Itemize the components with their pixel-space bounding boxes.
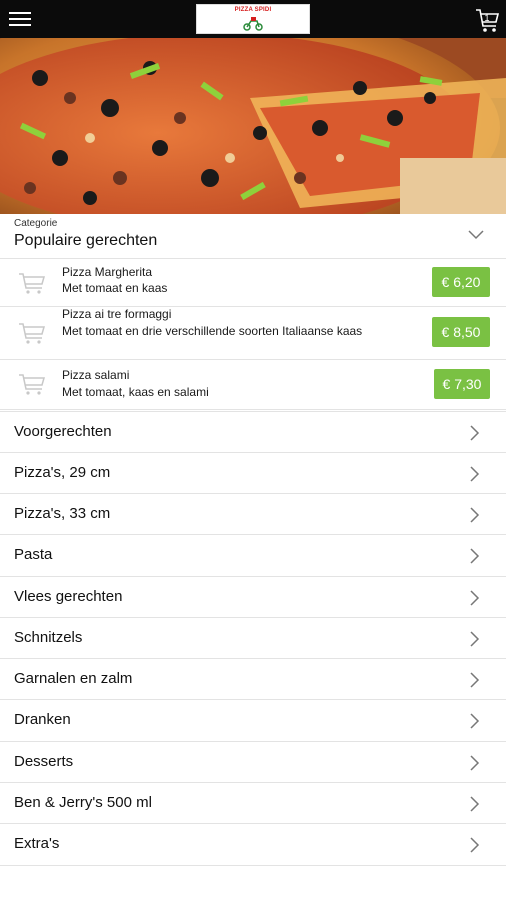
category-row-label: Pasta (14, 546, 53, 563)
category-row-label: Dranken (14, 711, 71, 728)
chevron-right-icon (470, 425, 480, 441)
add-to-cart-icon[interactable] (18, 271, 46, 295)
list-divider (0, 865, 506, 866)
scooter-logo-icon (243, 17, 263, 31)
top-bar: PIZZA SPIDI 1 (0, 0, 506, 38)
dish-name: Pizza Margherita (62, 265, 153, 279)
category-row-label: Ben & Jerry's 500 ml (14, 794, 152, 811)
category-selected-value: Populaire gerechten (14, 232, 158, 249)
price-button[interactable]: € 7,30 (434, 369, 490, 399)
dish-description: Met tomaat, kaas en salami (62, 385, 209, 399)
category-row-label: Extra's (14, 835, 60, 852)
dish-item-salami[interactable]: Pizza salami Met tomaat, kaas en salami … (0, 360, 506, 410)
category-row-label: Voorgerechten (14, 423, 112, 440)
category-row-label: Pizza's, 33 cm (14, 505, 111, 522)
category-row-vlees-gerechten[interactable]: Vlees gerechten (0, 576, 506, 617)
category-row-label: Schnitzels (14, 629, 83, 646)
category-row-dranken[interactable]: Dranken (0, 699, 506, 740)
chevron-right-icon (470, 713, 480, 729)
category-row-voorgerechten[interactable]: Voorgerechten (0, 411, 506, 452)
pizza-illustration (0, 38, 506, 214)
category-row-label: Pizza's, 29 cm (14, 464, 111, 481)
add-to-cart-icon[interactable] (18, 372, 46, 396)
chevron-right-icon (470, 548, 480, 564)
chevron-right-icon (470, 796, 480, 812)
category-row-schnitzels[interactable]: Schnitzels (0, 617, 506, 658)
chevron-right-icon (470, 672, 480, 688)
chevron-down-icon (468, 230, 484, 240)
category-row-pizzas-29[interactable]: Pizza's, 29 cm (0, 452, 506, 493)
category-row-label: Desserts (14, 753, 74, 770)
dish-name: Pizza ai tre formaggi (62, 307, 172, 321)
chevron-right-icon (470, 507, 480, 523)
chevron-right-icon (470, 466, 480, 482)
chevron-right-icon (470, 631, 480, 647)
category-dropdown[interactable]: Categorie Populaire gerechten (0, 214, 506, 258)
category-row-pasta[interactable]: Pasta (0, 534, 506, 575)
chevron-right-icon (470, 755, 480, 771)
category-label: Categorie (14, 218, 58, 229)
hamburger-menu-icon[interactable] (8, 9, 32, 29)
category-row-label: Garnalen en zalm (14, 670, 133, 687)
category-row-extras[interactable]: Extra's (0, 823, 506, 864)
add-to-cart-icon[interactable] (18, 321, 46, 345)
dish-description: Met tomaat en drie verschillende soorten… (62, 324, 363, 338)
hero-pizza-image (0, 38, 506, 214)
category-row-garnalen-zalm[interactable]: Garnalen en zalm (0, 658, 506, 699)
dish-description: Met tomaat en kaas (62, 281, 168, 295)
chevron-right-icon (470, 837, 480, 853)
logo-text: PIZZA SPIDI (234, 7, 272, 13)
category-row-ben-jerrys[interactable]: Ben & Jerry's 500 ml (0, 782, 506, 823)
dish-name: Pizza salami (62, 368, 130, 382)
brand-logo[interactable]: PIZZA SPIDI (196, 4, 310, 34)
dish-item-tre-formaggi[interactable]: Pizza ai tre formaggi Met tomaat en drie… (0, 307, 506, 360)
price-button[interactable]: € 6,20 (432, 267, 490, 297)
category-row-desserts[interactable]: Desserts (0, 741, 506, 782)
cart-count-badge: 1 (484, 13, 490, 23)
category-row-pizzas-33[interactable]: Pizza's, 33 cm (0, 493, 506, 534)
dish-item-margherita[interactable]: Pizza Margherita Met tomaat en kaas € 6,… (0, 258, 506, 307)
price-button[interactable]: € 8,50 (432, 317, 490, 347)
chevron-right-icon (470, 590, 480, 606)
category-row-label: Vlees gerechten (14, 588, 123, 605)
